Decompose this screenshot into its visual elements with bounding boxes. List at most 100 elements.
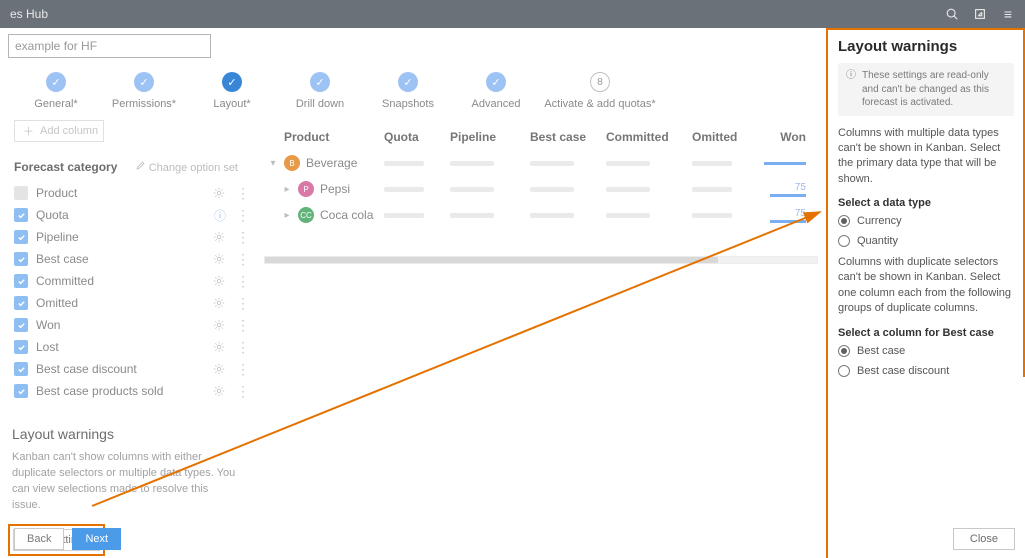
more-icon[interactable]: ⋮ xyxy=(236,301,240,305)
col-bestcase: Best case xyxy=(530,130,606,144)
scrollbar-thumb[interactable] xyxy=(265,257,718,263)
category-row[interactable]: Lost⋮ xyxy=(8,336,244,358)
more-icon[interactable]: ⋮ xyxy=(236,213,240,217)
main-area: ✓General* ✓Permissions* ✓Layout* ✓Drill … xyxy=(0,28,826,558)
checkbox-icon xyxy=(14,274,28,288)
gear-icon[interactable] xyxy=(212,384,226,398)
layout-warnings-text: Kanban can't show columns with either du… xyxy=(8,450,238,514)
step-drilldown[interactable]: ✓Drill down xyxy=(276,72,364,110)
back-button[interactable]: Back xyxy=(14,528,64,550)
avatar: P xyxy=(298,181,314,197)
gear-icon[interactable] xyxy=(212,230,226,244)
category-row[interactable]: Best case products sold ⋮ xyxy=(8,380,244,402)
gear-icon[interactable] xyxy=(212,362,226,376)
checkbox-icon xyxy=(14,340,28,354)
category-label: Best case products sold xyxy=(36,384,212,398)
category-label: Quota xyxy=(36,208,214,222)
step-advanced[interactable]: ✓Advanced xyxy=(452,72,540,110)
category-row[interactable]: Omitted⋮ xyxy=(8,292,244,314)
radio-quantity[interactable]: Quantity xyxy=(838,235,1014,247)
chevron-icon[interactable]: ▸ xyxy=(282,210,292,221)
radio-currency[interactable]: Currency xyxy=(838,215,1014,227)
category-row[interactable]: Quotaⓘ⋮ xyxy=(8,204,244,226)
checkbox-icon xyxy=(14,384,28,398)
won-value: 75 xyxy=(795,208,806,219)
search-icon[interactable] xyxy=(945,7,959,21)
panel-paragraph-2: Columns with duplicate selectors can't b… xyxy=(838,255,1014,317)
info-icon: ⓘ xyxy=(846,69,856,110)
step-snapshots[interactable]: ✓Snapshots xyxy=(364,72,452,110)
next-button[interactable]: Next xyxy=(72,528,121,550)
add-column-button[interactable]: ＋Add column xyxy=(14,120,104,142)
left-pane: ＋Add column Forecast category Change opt… xyxy=(8,120,244,556)
avatar: CC xyxy=(298,207,314,223)
table-row[interactable]: ▾ B Beverage xyxy=(264,150,818,176)
product-name: Coca cola xyxy=(320,208,373,222)
panel-title: Layout warnings xyxy=(838,38,1014,55)
app-title: es Hub xyxy=(10,7,48,21)
radio-icon xyxy=(838,215,850,227)
col-pipeline: Pipeline xyxy=(450,130,530,144)
layout-warnings-panel: Layout warnings ⓘ These settings are rea… xyxy=(826,28,1025,558)
chevron-icon[interactable]: ▾ xyxy=(268,158,278,169)
radio-best-case-discount[interactable]: Best case discount xyxy=(838,365,1014,377)
more-icon[interactable]: ⋮ xyxy=(236,191,240,195)
table-row[interactable]: ▸PPepsi75 xyxy=(264,176,818,202)
select-best-case-head: Select a column for Best case xyxy=(838,327,1014,339)
gear-icon[interactable] xyxy=(212,186,226,200)
checkbox-icon xyxy=(14,208,28,222)
step-permissions[interactable]: ✓Permissions* xyxy=(100,72,188,110)
category-row[interactable]: Won ⋮ xyxy=(8,314,244,336)
category-label: Pipeline xyxy=(36,230,212,244)
gear-icon[interactable] xyxy=(212,252,226,266)
checkbox-icon xyxy=(14,362,28,376)
table-row[interactable]: ▸ CC Coca cola 75 xyxy=(264,202,818,228)
step-general[interactable]: ✓General* xyxy=(12,72,100,110)
pencil-icon xyxy=(135,162,146,174)
category-row[interactable]: Best case discount ⋮ xyxy=(8,358,244,380)
gear-icon[interactable] xyxy=(212,274,226,288)
won-value: 75 xyxy=(795,182,806,193)
gear-icon[interactable] xyxy=(212,318,226,332)
category-row[interactable]: Product ⋮ xyxy=(8,182,244,204)
radio-best-case[interactable]: Best case xyxy=(838,345,1014,357)
category-row[interactable]: Pipeline ⋮ xyxy=(8,226,244,248)
forecast-category-title: Forecast category xyxy=(14,160,117,174)
category-label: Product xyxy=(36,186,212,200)
gear-icon[interactable] xyxy=(212,296,226,310)
step-activate[interactable]: 8Activate & add quotas* xyxy=(540,72,660,110)
more-icon[interactable]: ⋮ xyxy=(236,323,240,327)
category-row[interactable]: Committed⋮ xyxy=(8,270,244,292)
readonly-info: ⓘ These settings are read-only and can't… xyxy=(838,63,1014,116)
more-icon[interactable]: ⋮ xyxy=(236,257,240,261)
close-button[interactable]: Close xyxy=(953,528,1015,550)
select-data-type-head: Select a data type xyxy=(838,197,1014,209)
more-icon[interactable]: ⋮ xyxy=(236,345,240,349)
checkbox-icon xyxy=(14,318,28,332)
step-layout[interactable]: ✓Layout* xyxy=(188,72,276,110)
footer-buttons: Back Next xyxy=(14,528,121,550)
more-icon[interactable]: ⋮ xyxy=(236,389,240,393)
plus-icon: ＋ xyxy=(23,123,34,139)
checkbox-icon xyxy=(14,230,28,244)
share-icon[interactable] xyxy=(973,7,987,21)
change-option-set[interactable]: Change option set xyxy=(135,160,238,174)
horizontal-scrollbar[interactable] xyxy=(264,256,818,264)
col-committed: Committed xyxy=(606,130,692,144)
layout-warnings-title: Layout warnings xyxy=(8,426,244,442)
avatar: B xyxy=(284,155,300,171)
title-bar-icons: ≡ xyxy=(945,7,1015,21)
chevron-icon[interactable]: ▸ xyxy=(282,184,292,195)
category-row[interactable]: Best case⋮ xyxy=(8,248,244,270)
category-label: Won xyxy=(36,318,212,332)
preview-pane: Product Quota Pipeline Best case Committ… xyxy=(264,120,818,556)
more-icon[interactable]: ⋮ xyxy=(236,367,240,371)
category-label: Best case discount xyxy=(36,362,212,376)
menu-icon[interactable]: ≡ xyxy=(1001,7,1015,21)
more-icon[interactable]: ⋮ xyxy=(236,279,240,283)
product-name: Beverage xyxy=(306,156,357,170)
gear-icon[interactable] xyxy=(212,340,226,354)
more-icon[interactable]: ⋮ xyxy=(236,235,240,239)
col-quota: Quota xyxy=(384,130,450,144)
search-input[interactable] xyxy=(8,34,211,58)
